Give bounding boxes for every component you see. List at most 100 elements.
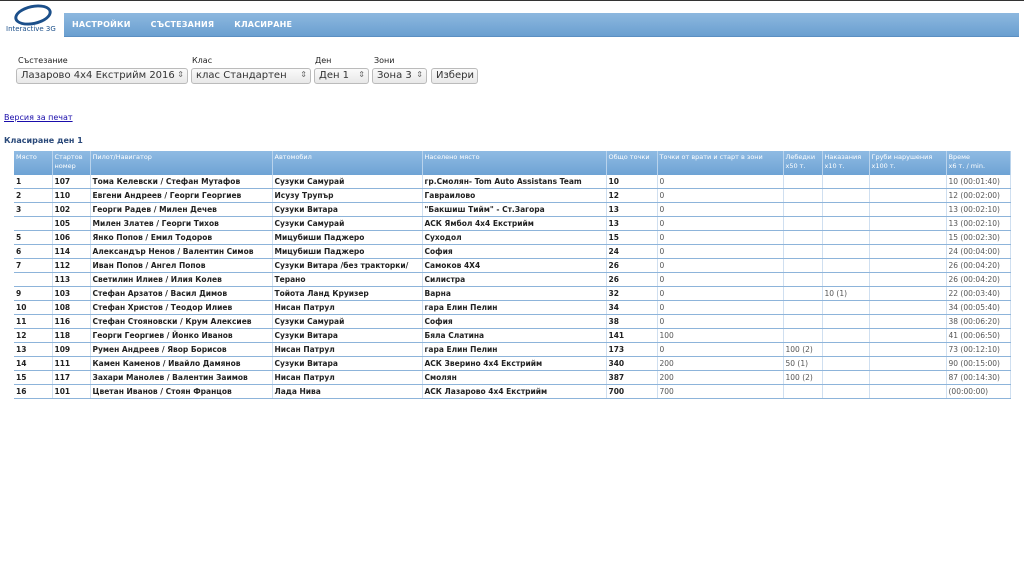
logo[interactable]: Interactive 3G <box>2 1 62 37</box>
cell-total-points: 173 <box>606 342 658 357</box>
column-header-violations: Груби нарушения x100 т. <box>869 151 947 175</box>
cell-car: Нисан Патрул <box>272 342 423 357</box>
table-row: 12 118 Георги Георгиев / Йонко Иванов Сузук… <box>14 328 1011 343</box>
column-header-gate-points: Точки от врати и старт в зони <box>657 151 784 175</box>
cell-place: 16 <box>14 384 53 399</box>
cell-penalties <box>822 175 870 189</box>
column-header-line: Пилот/Навигатор <box>92 153 152 161</box>
nav-competitions[interactable]: СЪСТЕЗАНИЯ <box>151 20 215 29</box>
table-row: 14 111 Камен Каменов / Ивайло Дамянов Сузук… <box>14 356 1011 371</box>
cell-winches <box>783 258 823 273</box>
cell-winches: 50 (1) <box>783 356 823 371</box>
cell-total-points: 24 <box>606 244 658 259</box>
cell-gate-points: 0 <box>657 230 784 245</box>
cell-start-number: 109 <box>52 342 91 357</box>
cell-time: (00:00:00) <box>946 384 1011 399</box>
table-header: Място Стартов номер Пилот/Навигатор Автомоби… <box>14 151 1011 175</box>
ranking-table: Място Стартов номер Пилот/Навигатор Автомоби… <box>14 151 1011 399</box>
cell-pilot-navigator: Светилин Илиев / Илия Колев <box>90 272 273 287</box>
cell-place: 14 <box>14 356 53 371</box>
cell-gate-points: 0 <box>657 244 784 259</box>
column-header-pilot-navigator: Пилот/Навигатор <box>90 151 273 175</box>
cell-town: АСК Лазарово 4x4 Екстрийм <box>422 384 607 399</box>
class-label: Клас <box>192 56 213 65</box>
column-header-start-number: Стартов номер <box>52 151 91 175</box>
cell-total-points: 34 <box>606 300 658 315</box>
cell-car: Терано <box>272 272 423 287</box>
print-version-link[interactable]: Версия за печат <box>4 113 73 122</box>
zones-select[interactable]: Зона 3 ⇕ <box>372 68 427 84</box>
cell-total-points: 387 <box>606 370 658 385</box>
day-label: Ден <box>315 56 332 65</box>
cell-pilot-navigator: Стефан Арзатов / Васил Димов <box>90 286 273 301</box>
cell-penalties <box>822 258 870 273</box>
cell-place: 7 <box>14 258 53 273</box>
cell-violations <box>869 328 947 343</box>
cell-time: 38 (00:06:20) <box>946 314 1011 329</box>
cell-start-number: 102 <box>52 202 91 217</box>
table-row: 2 110 Евгени Андреев / Георги Георгиев Исуз… <box>14 188 1011 203</box>
cell-time: 15 (00:02:30) <box>946 230 1011 245</box>
cell-start-number: 113 <box>52 272 91 287</box>
cell-total-points: 38 <box>606 314 658 329</box>
cell-pilot-navigator: Тома Келевски / Стефан Мутафов <box>90 175 273 189</box>
cell-gate-points: 0 <box>657 314 784 329</box>
cell-total-points: 141 <box>606 328 658 343</box>
cell-violations <box>869 370 947 385</box>
cell-penalties: 10 (1) <box>822 286 870 301</box>
cell-winches <box>783 188 823 203</box>
column-header-car: Автомобил <box>272 151 423 175</box>
cell-gate-points: 100 <box>657 328 784 343</box>
column-header-line: Точки от врати и старт в зони <box>659 153 763 161</box>
column-header-time: Време x6 т. / min. <box>946 151 1011 175</box>
cell-time: 41 (00:06:50) <box>946 328 1011 343</box>
nav-ranking[interactable]: КЛАСИРАНЕ <box>234 20 292 29</box>
day-select[interactable]: Ден 1 ⇕ <box>314 68 369 84</box>
cell-town: Гавраилово <box>422 188 607 203</box>
cell-start-number: 110 <box>52 188 91 203</box>
cell-town: Силистра <box>422 272 607 287</box>
cell-time: 22 (00:03:40) <box>946 286 1011 301</box>
cell-pilot-navigator: Цветан Иванов / Стоян Францов <box>90 384 273 399</box>
cell-car: Исузу Трупър <box>272 188 423 203</box>
section-title: Класиране ден 1 <box>4 136 83 145</box>
competition-select[interactable]: Лазарово 4x4 Екстрийм 2016 ⇕ <box>16 68 188 84</box>
cell-car: Мицубиши Паджеро <box>272 244 423 259</box>
cell-car: Сузуки Самурай <box>272 175 423 189</box>
table-row: 10 108 Стефан Христов / Теодор Илиев Нисан … <box>14 300 1011 315</box>
cell-town: гр.Смолян- Tom Auto Assistans Team <box>422 175 607 189</box>
cell-car: Сузуки Витара <box>272 328 423 343</box>
cell-car: Тойота Ланд Круизер <box>272 286 423 301</box>
column-header-line: x100 т. <box>871 162 896 170</box>
cell-car: Нисан Патрул <box>272 300 423 315</box>
select-arrows-icon: ⇕ <box>358 70 365 79</box>
cell-start-number: 108 <box>52 300 91 315</box>
cell-total-points: 15 <box>606 230 658 245</box>
cell-start-number: 101 <box>52 384 91 399</box>
cell-gate-points: 0 <box>657 300 784 315</box>
cell-total-points: 32 <box>606 286 658 301</box>
cell-violations <box>869 384 947 399</box>
cell-winches <box>783 230 823 245</box>
cell-gate-points: 0 <box>657 258 784 273</box>
cell-start-number: 105 <box>52 216 91 231</box>
cell-winches <box>783 216 823 231</box>
cell-winches <box>783 202 823 217</box>
cell-car: Лада Нива <box>272 384 423 399</box>
submit-button[interactable]: Избери <box>431 68 478 84</box>
column-header-place: Място <box>14 151 53 175</box>
cell-time: 34 (00:05:40) <box>946 300 1011 315</box>
cell-total-points: 26 <box>606 272 658 287</box>
cell-winches <box>783 300 823 315</box>
cell-gate-points: 0 <box>657 342 784 357</box>
nav-settings[interactable]: НАСТРОЙКИ <box>72 20 131 29</box>
cell-violations <box>869 175 947 189</box>
competition-value: Лазарово 4x4 Екстрийм 2016 <box>21 70 175 81</box>
cell-time: 24 (00:04:00) <box>946 244 1011 259</box>
cell-gate-points: 0 <box>657 286 784 301</box>
cell-place: 11 <box>14 314 53 329</box>
cell-pilot-navigator: Иван Попов / Ангел Попов <box>90 258 273 273</box>
cell-total-points: 13 <box>606 202 658 217</box>
class-select[interactable]: клас Стандартен ⇕ <box>191 68 311 84</box>
cell-penalties <box>822 188 870 203</box>
